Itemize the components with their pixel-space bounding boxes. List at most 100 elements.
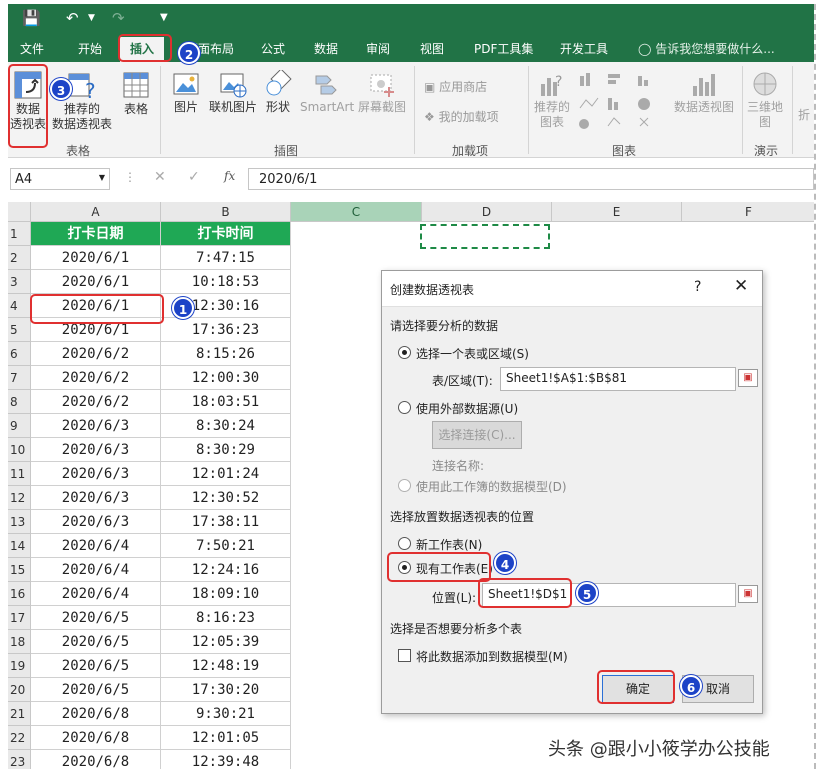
tell-me-box[interactable]: ◯ 告诉我您想要做什么... [638,40,775,57]
column-header-a[interactable]: A [31,202,161,222]
range-picker-icon[interactable]: ▣ [738,369,758,387]
sparkline-button[interactable]: 折 [798,108,810,123]
row-header[interactable]: 3 [8,270,31,294]
table-cell[interactable]: 17:30:20 [161,678,291,702]
row-header[interactable]: 20 [8,678,31,702]
row-header[interactable]: 12 [8,486,31,510]
pivot-chart-button[interactable]: 数据透视图 [674,70,734,115]
table-cell[interactable]: 2020/6/4 [31,582,161,606]
row-header[interactable]: 22 [8,726,31,750]
picture-button[interactable]: 图片 [168,70,204,115]
table-button[interactable]: 表格 [118,70,154,117]
column-header-f[interactable]: F [682,202,814,222]
radio-data-model[interactable] [398,479,411,492]
insert-function-icon[interactable]: fx [224,169,235,183]
radio-table-range[interactable] [398,346,411,359]
table-cell[interactable]: 12:01:05 [161,726,291,750]
recommended-charts-button[interactable]: ? 推荐的 图表 [532,70,572,130]
tab-view[interactable]: 视图 [420,40,444,57]
help-button[interactable]: ? [694,279,701,295]
row-header[interactable]: 19 [8,654,31,678]
table-cell[interactable]: 2020/6/3 [31,414,161,438]
table-cell[interactable]: 2020/6/2 [31,342,161,366]
table-cell[interactable]: 10:18:53 [161,270,291,294]
undo-dropdown-icon[interactable]: ▼ [88,13,95,23]
table-cell[interactable]: 2020/6/5 [31,678,161,702]
row-header[interactable]: 14 [8,534,31,558]
table-cell[interactable]: 12:39:48 [161,750,291,769]
radio-new-sheet[interactable] [398,537,411,550]
table-cell[interactable]: 2020/6/2 [31,390,161,414]
online-picture-button[interactable]: 联机图片 [208,70,258,115]
table-cell[interactable]: 12:00:30 [161,366,291,390]
table-cell[interactable]: 2020/6/5 [31,654,161,678]
column-header-c[interactable]: C [291,202,422,222]
label-data-model[interactable]: 使用此工作簿的数据模型(D) [416,478,567,495]
table-cell[interactable]: 2020/6/4 [31,558,161,582]
row-header[interactable]: 9 [8,414,31,438]
row-header[interactable]: 16 [8,582,31,606]
cancel-formula-icon[interactable]: ✕ [154,169,166,185]
row-header[interactable]: 21 [8,702,31,726]
tab-review[interactable]: 审阅 [366,40,390,57]
undo-icon[interactable]: ↶ [66,9,79,27]
table-cell[interactable]: 2020/6/8 [31,750,161,769]
row-header[interactable]: 13 [8,510,31,534]
save-icon[interactable]: 💾 [22,9,41,27]
confirm-formula-icon[interactable]: ✓ [188,169,200,185]
range-input[interactable]: Sheet1!$A$1:$B$81 [500,367,736,391]
table-cell[interactable]: 12:24:16 [161,558,291,582]
table-cell[interactable]: 2020/6/3 [31,438,161,462]
column-header-e[interactable]: E [552,202,682,222]
table-cell[interactable]: 12:30:52 [161,486,291,510]
row-header[interactable]: 1 [8,222,31,246]
table-cell[interactable]: 2020/6/3 [31,510,161,534]
table-cell[interactable]: 18:09:10 [161,582,291,606]
smartart-button[interactable]: SmartArt [300,70,354,115]
my-addins-button[interactable]: ❖ 我的加载项 [424,108,499,125]
table-cell[interactable]: 8:15:26 [161,342,291,366]
row-header[interactable]: 4 [8,294,31,318]
table-cell[interactable]: 2020/6/2 [31,366,161,390]
close-icon[interactable]: ✕ [734,276,748,296]
row-header[interactable]: 7 [8,366,31,390]
formula-input[interactable]: 2020/6/1 [248,168,814,190]
table-cell[interactable]: 2020/6/3 [31,462,161,486]
table-cell[interactable]: 2020/6/4 [31,534,161,558]
label-new-sheet[interactable]: 新工作表(N) [416,536,482,553]
table-cell[interactable]: 2020/6/8 [31,726,161,750]
table-cell[interactable]: 8:30:29 [161,438,291,462]
column-header-b[interactable]: B [161,202,291,222]
table-cell[interactable]: 9:30:21 [161,702,291,726]
row-header[interactable]: 18 [8,630,31,654]
row-header[interactable]: 23 [8,750,31,769]
select-all-corner[interactable] [8,202,31,222]
shapes-button[interactable]: 形状 [263,70,293,115]
table-cell[interactable]: 12:48:19 [161,654,291,678]
tab-home[interactable]: 开始 [78,40,102,57]
table-cell[interactable]: 8:30:24 [161,414,291,438]
table-cell[interactable]: 7:50:21 [161,534,291,558]
table-cell[interactable]: 17:36:23 [161,318,291,342]
checkbox-data-model[interactable] [398,649,411,662]
radio-external[interactable] [398,401,411,414]
choose-connection-button[interactable]: 选择连接(C)... [432,421,522,449]
label-table-range[interactable]: 选择一个表或区域(S) [416,345,529,362]
name-box-dropdown-icon[interactable]: ▼ [99,173,105,182]
store-button[interactable]: ▣ 应用商店 [424,78,487,95]
column-header-d[interactable]: D [422,202,552,222]
table-cell[interactable]: 8:16:23 [161,606,291,630]
tab-pdf-tools[interactable]: PDF工具集 [474,40,533,57]
table-cell[interactable]: 12:05:39 [161,630,291,654]
name-box[interactable]: A4 ▼ [10,168,110,190]
tab-formulas[interactable]: 公式 [261,40,285,57]
table-cell[interactable]: 打卡日期 [31,222,161,246]
row-header[interactable]: 11 [8,462,31,486]
table-cell[interactable]: 17:38:11 [161,510,291,534]
table-cell[interactable]: 2020/6/1 [31,270,161,294]
row-header[interactable]: 8 [8,390,31,414]
row-header[interactable]: 10 [8,438,31,462]
table-cell[interactable]: 2020/6/1 [31,246,161,270]
label-external[interactable]: 使用外部数据源(U) [416,400,518,417]
tab-file[interactable]: 文件 [20,40,44,57]
